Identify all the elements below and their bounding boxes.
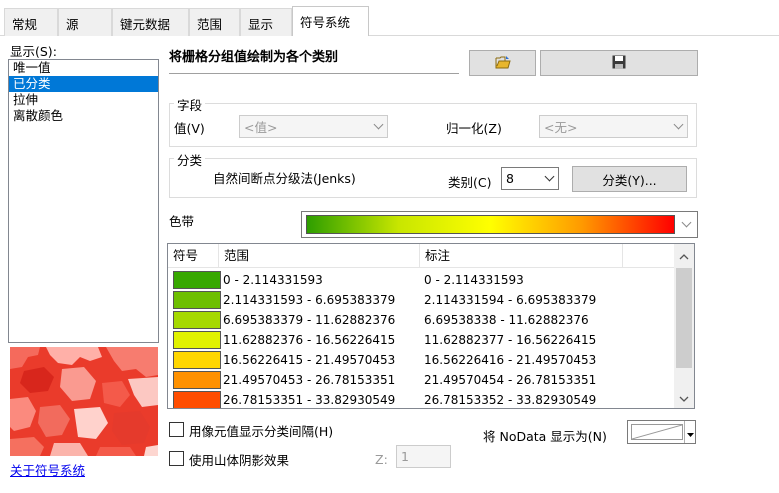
chevron-down-icon [373,119,384,129]
class-table[interactable]: 符号 范围 标注 0 - 2.114331593 0 - 2.114331593… [167,243,695,409]
class-range[interactable]: 11.62882376 - 16.56226415 [223,330,395,350]
class-symbol-swatch[interactable] [173,311,221,329]
tab-bar: 常规 源 键元数据 范围 显示 符号系统 [0,0,779,37]
tab-label: 范围 [197,17,223,32]
tab-source[interactable]: 源 [58,8,112,36]
chevron-down-icon [544,171,555,181]
tab-label: 显示 [248,17,274,32]
tab-label: 符号系统 [300,15,351,30]
list-item-stretched[interactable]: 拉伸 [9,92,158,108]
class-symbol-swatch[interactable] [173,371,221,389]
about-symbology-link[interactable]: 关于符号系统 [10,460,85,479]
class-range[interactable]: 6.695383379 - 11.62882376 [223,310,395,330]
class-symbol-swatch[interactable] [173,271,221,289]
class-label[interactable]: 6.69538338 - 11.62882376 [424,310,589,330]
class-label[interactable]: 16.56226416 - 21.49570453 [424,350,596,370]
classification-method: 自然间断点分级法(Jenks) [213,171,356,186]
class-range[interactable]: 26.78153351 - 33.82930549 [223,390,395,408]
color-ramp-gradient [306,215,675,234]
value-field-dropdown[interactable]: <值> [239,115,388,138]
class-range[interactable]: 0 - 2.114331593 [223,270,323,290]
hillshade-label[interactable]: 使用山体阴影效果 [189,450,289,469]
tab-general[interactable]: 常规 [4,8,58,36]
classes-label: 类别(C) [448,175,492,190]
class-symbol-swatch[interactable] [173,331,221,349]
header-label[interactable]: 标注 [420,244,623,268]
list-item-unique-values[interactable]: 唯一值 [9,60,158,76]
table-row[interactable]: 21.49570453 - 26.78153351 21.49570454 - … [168,370,674,390]
scroll-thumb[interactable] [676,268,692,368]
symbology-preview-image [10,347,158,456]
nodata-color-picker[interactable] [627,420,696,444]
classify-button[interactable]: 分类(Y)... [572,166,687,192]
chevron-down-icon [673,119,684,129]
renderer-list[interactable]: 唯一值 已分类 拉伸 离散颜色 [8,59,159,343]
classify-button-label: 分类(Y)... [602,172,657,188]
class-label[interactable]: 11.62882377 - 16.56226415 [424,330,596,350]
tab-symbology[interactable]: 符号系统 [292,6,369,37]
no-color-swatch [631,424,683,440]
show-label: 显示(S): [10,44,57,59]
nodata-label: 将 NoData 显示为(N) [483,429,607,444]
import-button[interactable] [469,50,536,76]
save-icon [612,55,626,72]
renderer-heading: 将栅格分组值绘制为各个类别 [169,46,459,74]
tab-key-metadata[interactable]: 键元数据 [112,8,189,36]
class-range[interactable]: 21.49570453 - 26.78153351 [223,370,395,390]
tab-label: 键元数据 [120,17,171,32]
show-class-breaks-label[interactable]: 用像元值显示分类间隔(H) [189,421,333,440]
z-factor-value: 1 [401,449,409,464]
table-row[interactable]: 6.695383379 - 11.62882376 6.69538338 - 1… [168,310,674,330]
normalize-selected: <无> [544,120,578,135]
chevron-down-icon [679,390,689,405]
show-class-breaks-checkbox[interactable] [169,422,184,437]
table-row[interactable]: 2.114331593 - 6.695383379 2.114331594 - … [168,290,674,310]
classes-value: 8 [506,171,514,186]
class-symbol-swatch[interactable] [173,291,221,309]
table-row[interactable]: 16.56226415 - 21.49570453 16.56226416 - … [168,350,674,370]
normalize-dropdown[interactable]: <无> [539,115,688,138]
header-range[interactable]: 范围 [219,244,420,268]
tab-label: 常规 [12,17,38,32]
list-item-classified[interactable]: 已分类 [9,76,158,92]
class-range[interactable]: 16.56226415 - 21.49570453 [223,350,395,370]
table-row[interactable]: 0 - 2.114331593 0 - 2.114331593 [168,270,674,290]
value-field-selected: <值> [244,120,278,135]
table-scrollbar[interactable] [674,244,694,408]
value-label: 值(V) [174,121,205,136]
table-row[interactable]: 26.78153351 - 33.82930549 26.78153352 - … [168,390,674,408]
chevron-up-icon [679,248,689,263]
table-header: 符号 范围 标注 [168,244,674,268]
tab-extent[interactable]: 范围 [189,8,240,36]
heading-text: 将栅格分组值绘制为各个类别 [169,50,339,65]
z-factor-input[interactable]: 1 [396,445,451,468]
list-item-discrete-color[interactable]: 离散颜色 [9,108,158,124]
hillshade-checkbox[interactable] [169,451,184,466]
open-folder-icon [495,55,511,72]
class-label[interactable]: 21.49570454 - 26.78153351 [424,370,596,390]
class-symbol-swatch[interactable] [173,351,221,369]
tab-label: 源 [66,17,79,32]
classes-dropdown[interactable]: 8 [501,167,559,190]
field-group-title: 字段 [174,95,206,114]
caret-down-icon [686,425,694,440]
color-ramp-dropdown[interactable] [301,211,698,238]
z-label: Z: [375,452,388,467]
class-label[interactable]: 2.114331594 - 6.695383379 [424,290,596,310]
class-label[interactable]: 0 - 2.114331593 [424,270,524,290]
header-symbol[interactable]: 符号 [168,244,219,268]
scroll-down-button[interactable] [674,388,694,406]
class-range[interactable]: 2.114331593 - 6.695383379 [223,290,395,310]
color-ramp-label: 色带 [169,214,195,229]
chevron-down-icon [681,217,692,227]
tab-display[interactable]: 显示 [240,8,292,36]
scroll-up-button[interactable] [674,246,694,264]
normalize-label: 归一化(Z) [446,121,502,136]
classification-group-title: 分类 [174,150,206,169]
save-button[interactable] [540,50,698,76]
nodata-dropdown-arrow[interactable] [684,421,695,443]
class-label[interactable]: 26.78153352 - 33.82930549 [424,390,596,408]
class-symbol-swatch[interactable] [173,391,221,408]
table-row[interactable]: 11.62882376 - 16.56226415 11.62882377 - … [168,330,674,350]
